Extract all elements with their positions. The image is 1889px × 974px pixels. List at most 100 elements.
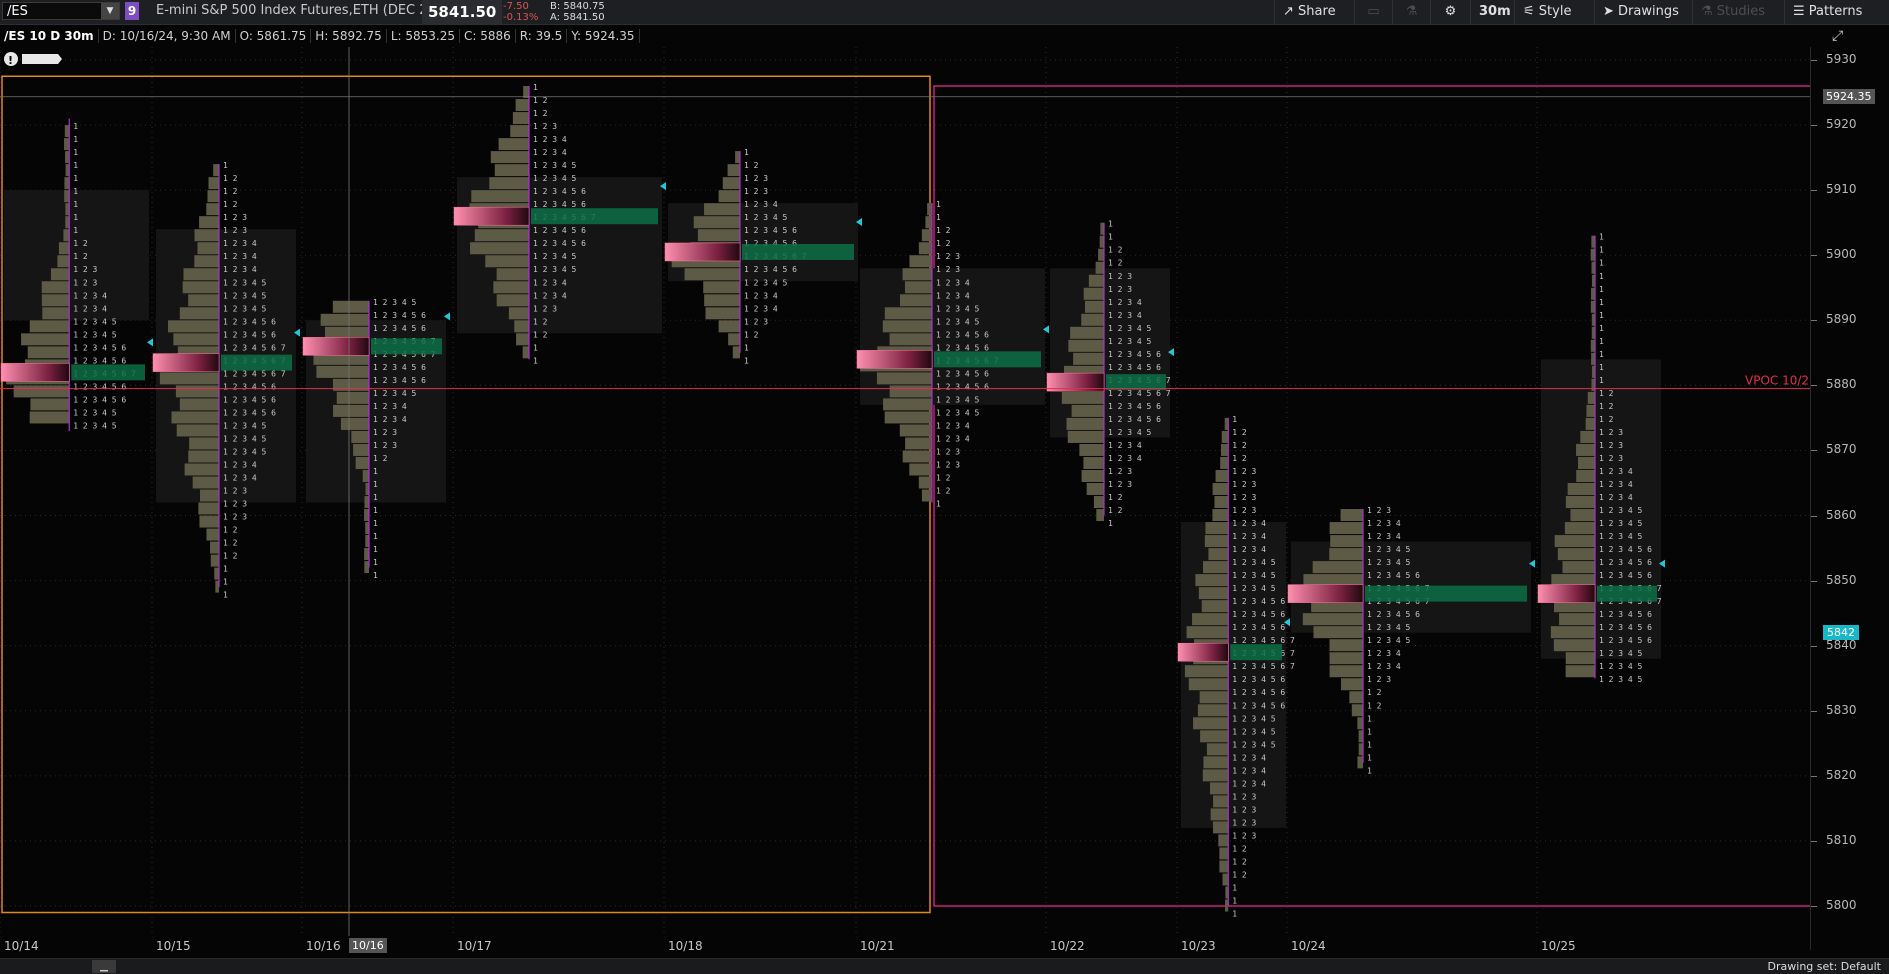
tpo-letters: 1 (1599, 298, 1604, 307)
tpo-letters: 1 2 (533, 330, 548, 339)
tpo-histogram-bar (1210, 782, 1229, 795)
link-group-badge[interactable]: 9 (125, 2, 139, 20)
tpo-histogram-bar (1554, 535, 1595, 548)
price-tick-label: 5810 (1826, 832, 1857, 847)
time-axis[interactable]: 10/14 10/15 10/16 10/17 10/18 10/21 10/22 10/23… (0, 936, 1810, 958)
collapse-toolbar-button[interactable]: ▁ (92, 960, 116, 973)
tpo-histogram-bar (179, 307, 219, 320)
tpo-letters: 1 2 (223, 539, 238, 548)
tpo-letters: 1 2 3 4 (223, 473, 257, 482)
price-tick-label: 5830 (1826, 702, 1857, 717)
price-tick-mark (1811, 60, 1817, 61)
patterns-label: Patterns (1808, 4, 1863, 19)
tpo-histogram-bar (183, 268, 219, 281)
screenshot-icon: ▭ (1367, 4, 1380, 19)
tpo-histogram-bar (697, 229, 740, 242)
tpo-histogram-bar (703, 281, 740, 294)
tpo-histogram-bar (29, 320, 70, 333)
tpo-letters: 1 (936, 213, 941, 222)
tpo-letters: 1 2 (73, 239, 88, 248)
tpo-letters: 1 2 3 4 (744, 200, 778, 209)
tpo-histogram-bar (1203, 756, 1229, 769)
tpo-letters: 1 2 3 4 5 6 (1232, 610, 1285, 619)
symbol-dropdown-icon[interactable]: ▼ (101, 3, 119, 19)
poc-highlight (221, 354, 292, 371)
tpo-letters: 1 2 (1232, 844, 1247, 853)
tpo-letters: 1 2 3 4 5 6 (1232, 597, 1285, 606)
tpo-histogram-bar (1357, 756, 1363, 769)
tpo-histogram-bar (1085, 300, 1104, 313)
tpo-letters: 1 2 3 4 5 (1599, 675, 1643, 684)
drawing-set-label[interactable]: Drawing set: Default (1768, 959, 1881, 974)
bid-price: B: 5840.75 (550, 1, 605, 12)
style-button[interactable]: ⚟ Style (1514, 0, 1604, 24)
settings-button[interactable]: ⚙ (1430, 0, 1470, 24)
tpo-histogram-bar (197, 242, 219, 255)
tpo-histogram-bar (1329, 652, 1363, 665)
studies-button[interactable]: ⚗ Studies (1692, 0, 1784, 24)
tpo-histogram-bar (684, 268, 740, 281)
tpo-histogram-bar (1222, 873, 1229, 886)
vpoc-bar (1177, 642, 1229, 662)
tpo-letters: 1 (1232, 896, 1237, 905)
price-tick-label: 5820 (1826, 767, 1857, 782)
tpo-letters: 1 (1599, 376, 1604, 385)
tpo-letters: 1 (1367, 766, 1372, 775)
tpo-letters: 1 (1599, 337, 1604, 346)
tpo-histogram-bar (214, 567, 219, 580)
tpo-letters: 1 2 (1599, 402, 1614, 411)
tpo-chart-canvas[interactable]: 1 1 1 1 1 1 1 1 1 1 2 1 2 1 2 3 1 2 3 1 2 3 4 1 2 3 4 1… (0, 47, 1810, 936)
expand-arrows-icon[interactable] (22, 54, 62, 64)
tpo-histogram-bar (333, 404, 369, 417)
tpo-letters: 1 2 3 4 5 (533, 252, 577, 261)
price-tick-mark (1811, 580, 1817, 582)
tpo-histogram-bar (1340, 509, 1363, 522)
tpo-histogram-bar (732, 346, 740, 359)
tpo-letters: 1 2 3 4 (1367, 519, 1401, 528)
time-tick-label: 10/24 (1291, 939, 1326, 953)
tpo-histogram-bar (340, 417, 369, 430)
tpo-histogram-bar (1067, 430, 1104, 443)
tpo-histogram-bar (1550, 626, 1595, 639)
cursor-arrow-icon: ➤ (1603, 4, 1614, 19)
tpo-letters: 1 2 3 (1232, 818, 1256, 827)
tpo-histogram-bar (1351, 704, 1363, 717)
tpo-letters: 1 2 3 4 (73, 291, 107, 300)
tpo-histogram-bar (1557, 548, 1595, 561)
tpo-letters: 1 2 3 4 5 6 (1599, 623, 1652, 632)
cursor-time-label: 10/16 (349, 938, 387, 953)
tpo-histogram-bar (1066, 417, 1104, 430)
poc-highlight (1365, 585, 1527, 602)
tpo-letters: 1 (1599, 246, 1604, 255)
tpo-letters: 1 2 3 4 5 6 (1367, 610, 1420, 619)
tpo-letters: 1 2 (223, 526, 238, 535)
tpo-histogram-bar (159, 372, 219, 385)
tpo-histogram-bar (902, 268, 932, 281)
tpo-letters: 1 2 3 4 5 6 (1232, 701, 1285, 710)
tpo-histogram-bar (173, 333, 219, 346)
tpo-histogram-bar (210, 541, 219, 554)
chart-scale-icon[interactable]: ⤢ (1832, 28, 1843, 44)
tpo-letters: 1 2 3 4 5 6 (73, 356, 126, 365)
tpo-histogram-bar (918, 242, 932, 255)
tpo-letters: 1 2 3 4 5 6 (223, 408, 276, 417)
tpo-letters: 1 (373, 545, 378, 554)
share-button[interactable]: ↗ Share (1274, 0, 1354, 24)
drawings-button[interactable]: ➤ Drawings (1594, 0, 1692, 24)
tpo-letters: 1 2 (1367, 701, 1382, 710)
tpo-letters: 1 2 (1232, 441, 1247, 450)
flask-button[interactable]: ⚗ (1392, 0, 1430, 24)
quick-chart-button[interactable]: ▭ (1354, 0, 1392, 24)
bar-close: C: 5886 (459, 29, 516, 43)
timeframe-button[interactable]: 30m (1470, 0, 1514, 24)
patterns-button[interactable]: ☰ Patterns (1784, 0, 1889, 24)
tpo-histogram-bar (336, 391, 369, 404)
tpo-letters: 1 2 3 (1232, 467, 1256, 476)
tpo-histogram-bar (353, 443, 369, 456)
vpoc-bar (664, 242, 741, 262)
tpo-letters: 1 2 3 4 5 (73, 317, 117, 326)
tpo-histogram-bar (693, 216, 740, 229)
bid-ask: B: 5840.75 A: 5841.50 (550, 1, 605, 23)
tpo-letters: 1 2 3 4 5 (533, 265, 577, 274)
tpo-histogram-bar (1198, 587, 1229, 600)
